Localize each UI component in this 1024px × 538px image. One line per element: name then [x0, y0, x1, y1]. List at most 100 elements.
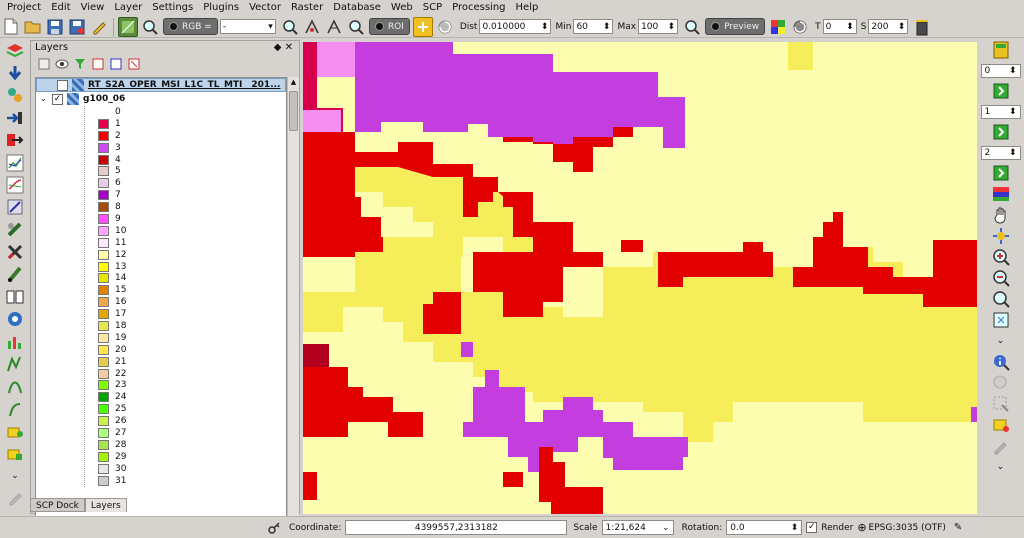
- layers-scrollbar[interactable]: ▲ ▼: [287, 77, 299, 529]
- min-input[interactable]: 60 ⬍: [573, 19, 614, 34]
- menu-web[interactable]: Web: [386, 0, 418, 16]
- add-group-icon[interactable]: [90, 56, 106, 72]
- remove-temp-files-icon[interactable]: [912, 17, 932, 37]
- zoom-roi-icon[interactable]: [280, 17, 300, 37]
- reclassify-icon[interactable]: [4, 399, 26, 418]
- menu-scp[interactable]: SCP: [418, 0, 447, 16]
- dist-input[interactable]: 0.010000 ⬍: [479, 19, 552, 34]
- redo-roi-icon[interactable]: [435, 17, 455, 37]
- collapse-icon[interactable]: ⌄: [40, 93, 52, 105]
- menu-layer[interactable]: Layer: [109, 0, 147, 16]
- identify-icon[interactable]: [990, 353, 1012, 371]
- pencil-icon[interactable]: [4, 489, 26, 508]
- pan-hand-icon[interactable]: [990, 206, 1012, 224]
- more-chevron-icon[interactable]: ⌄: [990, 458, 1012, 476]
- import-icon[interactable]: [4, 108, 26, 127]
- classification-style-icon[interactable]: [768, 17, 788, 37]
- scatter-plot-icon[interactable]: [4, 175, 26, 194]
- layer-visibility-checkbox[interactable]: [57, 79, 68, 91]
- layer-style-icon[interactable]: [36, 56, 52, 72]
- select-features-icon[interactable]: [990, 395, 1012, 413]
- annotation-icon[interactable]: [990, 416, 1012, 434]
- crs-label[interactable]: EPSG:3035 (OTF): [869, 523, 946, 533]
- band-spinbox-0[interactable]: 0 ⬍: [980, 64, 1021, 78]
- tab-layers[interactable]: Layers: [84, 498, 127, 512]
- redo-preview-icon[interactable]: [790, 17, 810, 37]
- brush-icon[interactable]: [4, 265, 26, 284]
- text-annotation-icon[interactable]: [990, 437, 1012, 455]
- menu-raster[interactable]: Raster: [286, 0, 328, 16]
- more-chevron-icon[interactable]: ⌄: [4, 466, 26, 485]
- map-canvas[interactable]: [303, 42, 977, 514]
- roi-polygon-icon[interactable]: [324, 17, 344, 37]
- scroll-up-icon[interactable]: ▲: [288, 77, 299, 87]
- download-icon[interactable]: [4, 63, 26, 82]
- preview-button[interactable]: Preview: [705, 18, 766, 35]
- measure-icon[interactable]: [990, 374, 1012, 392]
- t-input[interactable]: 0 ⬍: [822, 19, 857, 34]
- next-band-icon[interactable]: [990, 82, 1012, 100]
- save-as-icon[interactable]: [67, 17, 87, 37]
- pan-map-icon[interactable]: [990, 227, 1012, 245]
- menu-vector[interactable]: Vector: [244, 0, 286, 16]
- next-band-icon[interactable]: [990, 123, 1012, 141]
- filter-icon[interactable]: [72, 56, 88, 72]
- add-roi-icon[interactable]: [412, 16, 433, 37]
- menu-settings[interactable]: Settings: [147, 0, 198, 16]
- message-log-icon[interactable]: ✎: [954, 522, 962, 533]
- tab-scp-dock[interactable]: SCP Dock: [30, 498, 85, 512]
- panel-float-close-icon[interactable]: ◆ ✕: [274, 41, 299, 55]
- layer-visibility-checkbox[interactable]: ✓: [52, 93, 63, 105]
- menu-help[interactable]: Help: [511, 0, 544, 16]
- rotation-input[interactable]: 0.0 ⬍: [726, 520, 803, 535]
- layer-row[interactable]: ⌄ ✓ g100_06: [36, 92, 286, 106]
- manage-layers-icon[interactable]: [4, 41, 26, 60]
- remove-layer-icon[interactable]: [126, 56, 142, 72]
- edit-icon[interactable]: [89, 17, 109, 37]
- zoom-raster-icon[interactable]: [140, 17, 160, 37]
- band-calc-icon[interactable]: [4, 332, 26, 351]
- band-spinbox-2[interactable]: 2 ⬍: [980, 146, 1021, 160]
- s-input[interactable]: 200 ⬍: [868, 19, 909, 34]
- expand-all-icon[interactable]: [108, 56, 124, 72]
- roi-green-icon[interactable]: [4, 444, 26, 463]
- new-project-icon[interactable]: [1, 17, 21, 37]
- coordinate-field[interactable]: 4399557,2313182: [345, 520, 568, 535]
- roi-button[interactable]: ROI: [368, 18, 410, 35]
- histogram-icon[interactable]: [4, 354, 26, 373]
- save-project-icon[interactable]: [45, 17, 65, 37]
- band-set-icon[interactable]: [4, 86, 26, 105]
- crs-globe-icon[interactable]: ⊕: [857, 521, 866, 534]
- zoom-full-icon[interactable]: [990, 311, 1012, 329]
- menu-database[interactable]: Database: [328, 0, 386, 16]
- band-select[interactable]: - ▾: [219, 19, 276, 34]
- menu-processing[interactable]: Processing: [447, 0, 510, 16]
- curve-tool-icon[interactable]: [4, 198, 26, 217]
- rgb-button[interactable]: RGB =: [163, 18, 218, 35]
- roi-pointer-icon[interactable]: [302, 17, 322, 37]
- band-spinbox-1[interactable]: 1 ⬍: [980, 105, 1021, 119]
- export-icon[interactable]: [4, 131, 26, 150]
- zoom-out-icon[interactable]: [990, 269, 1012, 287]
- visibility-eye-icon[interactable]: [54, 56, 70, 72]
- next-band-icon[interactable]: [990, 164, 1012, 182]
- open-project-icon[interactable]: [23, 17, 43, 37]
- scale-select[interactable]: 1:21,624 ⌄: [601, 520, 674, 535]
- settings-icon[interactable]: [4, 310, 26, 329]
- menu-view[interactable]: View: [76, 0, 110, 16]
- zoom-in-icon[interactable]: [990, 248, 1012, 266]
- tools-icon[interactable]: [4, 242, 26, 261]
- menu-project[interactable]: Project: [2, 0, 46, 16]
- rgb-composite-icon[interactable]: [990, 185, 1012, 203]
- zoom-classification-icon[interactable]: [346, 17, 366, 37]
- menu-plugins[interactable]: Plugins: [198, 0, 244, 16]
- accuracy-icon[interactable]: [4, 220, 26, 239]
- plot-icon[interactable]: [4, 377, 26, 396]
- more-chevron-icon[interactable]: ⌄: [990, 332, 1012, 350]
- render-checkbox[interactable]: ✓: [806, 522, 818, 533]
- max-input[interactable]: 100 ⬍: [638, 19, 679, 34]
- scroll-thumb[interactable]: [289, 91, 298, 131]
- calculator-icon[interactable]: [990, 41, 1012, 59]
- coordinate-toggle-icon[interactable]: [264, 518, 284, 538]
- spectral-plot-icon[interactable]: [4, 153, 26, 172]
